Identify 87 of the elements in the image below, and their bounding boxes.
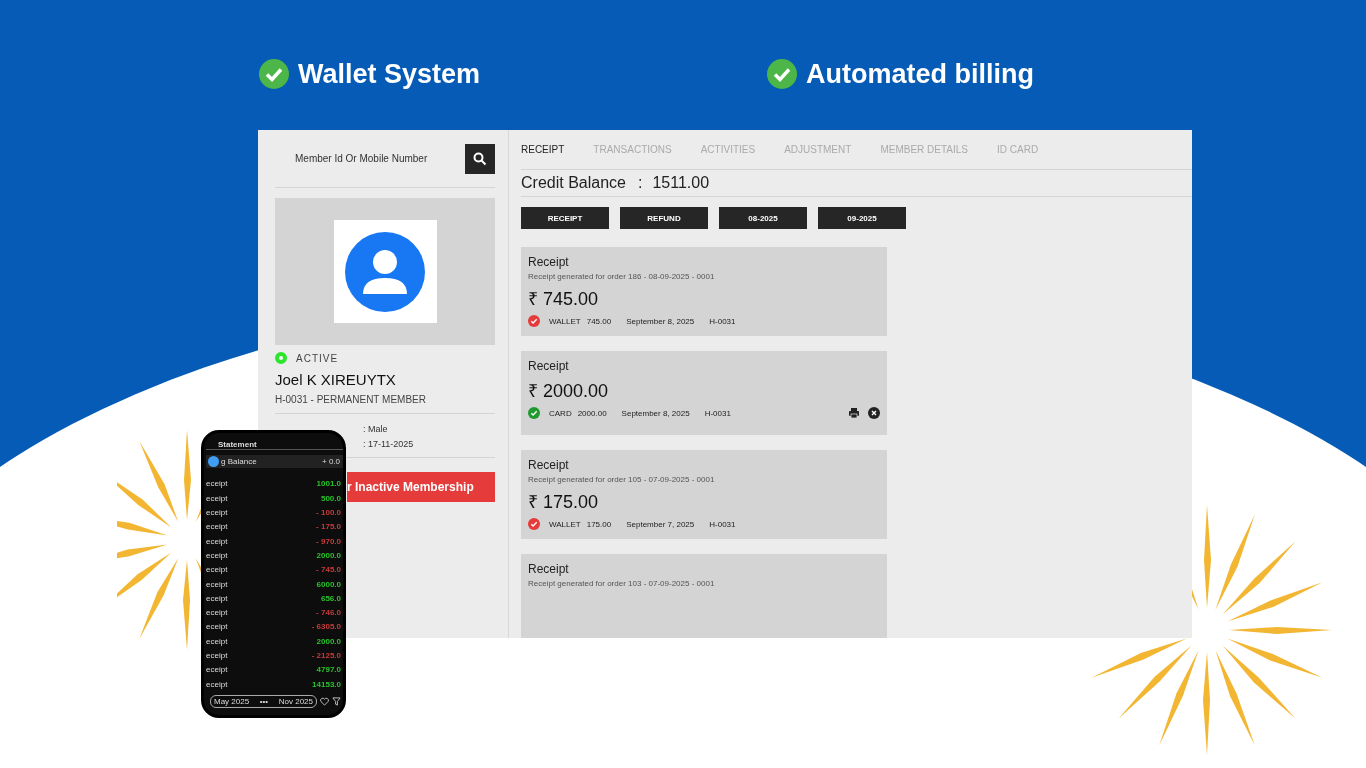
statement-amount: - 970.0 bbox=[316, 536, 341, 546]
avatar-icon bbox=[333, 220, 437, 323]
close-icon[interactable] bbox=[868, 407, 880, 419]
receipt-card[interactable]: Receipt ₹ 2000.00 CARD 2000.00 September 8, 2025 H-0031 bbox=[521, 351, 887, 435]
statement-amount: - 175.0 bbox=[316, 522, 341, 532]
statement-label: eceipt bbox=[206, 479, 228, 489]
paid-amount: 745.00 bbox=[586, 316, 612, 326]
statement-label: eceipt bbox=[206, 651, 228, 660]
member-id: H-0031 - PERMANENT MEMBER bbox=[275, 394, 495, 414]
credit-label: Credit Balance bbox=[521, 174, 626, 192]
statement-amount: 14153.0 bbox=[312, 679, 341, 689]
tab[interactable]: RECEIPT bbox=[521, 144, 565, 155]
payment-method: WALLET bbox=[549, 519, 581, 529]
detail-value: : Male bbox=[363, 423, 389, 436]
statement-amount: 6000.0 bbox=[316, 579, 341, 589]
statement-amount: 500.0 bbox=[320, 493, 341, 503]
member-name: Joel K XIREUYTX bbox=[275, 371, 397, 388]
receipt-note: Receipt generated for order 186 - 08-09-2025 - 0001 bbox=[528, 272, 716, 281]
search-field[interactable]: Member Id Or Mobile Number bbox=[275, 153, 459, 164]
statement-amount: 656.0 bbox=[320, 593, 341, 603]
check-badge-icon bbox=[766, 58, 798, 90]
statement-amount: - 2125.0 bbox=[311, 651, 341, 660]
statement-label: eceipt bbox=[206, 550, 228, 560]
statement-label: eceipt bbox=[206, 579, 228, 589]
statement-amount: 2000.0 bbox=[316, 550, 341, 560]
statement-label: eceipt bbox=[206, 665, 228, 675]
filter-button[interactable]: 08-2025 bbox=[719, 207, 807, 229]
statement-amount: - 100.0 bbox=[316, 508, 341, 517]
receipt-amount: ₹ 2000.00 bbox=[528, 380, 610, 402]
filter-icon[interactable] bbox=[332, 696, 341, 706]
check-badge-icon bbox=[258, 58, 290, 90]
receipt-card[interactable]: Receipt Receipt generated for order 186 - 08-09-2025 - 0001 ₹ 745.00 WALLET 745.00 September 8, 2025 H-0031 bbox=[521, 247, 887, 336]
receipt-date: September 8, 2025 bbox=[626, 316, 695, 326]
statement-amount: - 745.0 bbox=[316, 565, 341, 575]
statement-label: eceipt bbox=[206, 679, 228, 689]
opening-label: g Balance bbox=[221, 457, 257, 466]
receipt-card[interactable]: Receipt Receipt generated for order 103 - 07-09-2025 - 0001 bbox=[521, 554, 887, 638]
receipt-title: Receipt bbox=[528, 359, 570, 373]
statement-amount: - 746.0 bbox=[316, 608, 341, 618]
statement-amount: - 6305.0 bbox=[311, 622, 341, 632]
search-icon bbox=[473, 151, 487, 166]
opening-value: + 0.0 bbox=[322, 457, 340, 466]
membership-button[interactable]: r Inactive Membership bbox=[347, 472, 495, 502]
touch-dot-icon bbox=[208, 456, 219, 467]
statement-label: eceipt bbox=[206, 508, 228, 517]
statement-amount: 4797.0 bbox=[316, 665, 341, 675]
receipt-card[interactable]: Receipt Receipt generated for order 105 - 07-09-2025 - 0001 ₹ 175.00 WALLET 175.00 September 7, 2025 H-0031 bbox=[521, 450, 887, 539]
credit-value: 1511.00 bbox=[652, 174, 710, 192]
headline: Wallet System bbox=[298, 58, 481, 90]
filter-button[interactable]: 09-2025 bbox=[818, 207, 906, 229]
statement-label: eceipt bbox=[206, 622, 228, 632]
member-code: H-0031 bbox=[709, 519, 736, 529]
receipt-amount: ₹ 745.00 bbox=[528, 288, 600, 310]
paid-amount: 2000.00 bbox=[577, 408, 607, 418]
statement-label: eceipt bbox=[206, 536, 228, 546]
member-code: H-0031 bbox=[704, 408, 731, 418]
receipt-note: Receipt generated for order 103 - 07-09-2025 - 0001 bbox=[528, 579, 716, 588]
statement-label: eceipt bbox=[206, 565, 228, 575]
date-range-field[interactable]: May 2025 ••• Nov 2025 bbox=[210, 694, 317, 708]
search-button[interactable] bbox=[465, 143, 495, 174]
statement-title: Statement bbox=[218, 440, 257, 450]
statement-label: eceipt bbox=[206, 493, 228, 503]
headline: Automated billing bbox=[806, 58, 1034, 90]
filter-button[interactable]: REFUND bbox=[620, 207, 708, 229]
statement-label: eceipt bbox=[206, 608, 228, 618]
statement-amount: 2000.0 bbox=[316, 636, 341, 646]
detail-value: : 17-11-2025 bbox=[363, 438, 415, 451]
receipt-amount: ₹ 175.00 bbox=[528, 491, 600, 513]
statement-amount: 1001.0 bbox=[316, 479, 341, 489]
payment-method: WALLET bbox=[549, 316, 581, 326]
statement-label: eceipt bbox=[206, 636, 228, 646]
filter-button[interactable]: RECEIPT bbox=[521, 207, 609, 229]
statement-label: eceipt bbox=[206, 522, 228, 532]
receipt-title: Receipt bbox=[528, 562, 570, 576]
credit-separator: : bbox=[637, 174, 643, 192]
member-status: ACTIVE bbox=[296, 352, 339, 364]
statement-label: eceipt bbox=[206, 593, 228, 603]
heart-icon[interactable] bbox=[320, 696, 329, 706]
receipt-title: Receipt bbox=[528, 255, 570, 269]
member-code: H-0031 bbox=[709, 316, 736, 326]
receipt-title: Receipt bbox=[528, 458, 570, 472]
paid-amount: 175.00 bbox=[586, 519, 612, 529]
receipt-note: Receipt generated for order 105 - 07-09-2025 - 0001 bbox=[528, 475, 716, 484]
payment-method: CARD bbox=[549, 408, 572, 418]
print-icon[interactable] bbox=[848, 407, 860, 419]
receipt-date: September 8, 2025 bbox=[621, 408, 690, 418]
receipt-date: September 7, 2025 bbox=[626, 519, 695, 529]
